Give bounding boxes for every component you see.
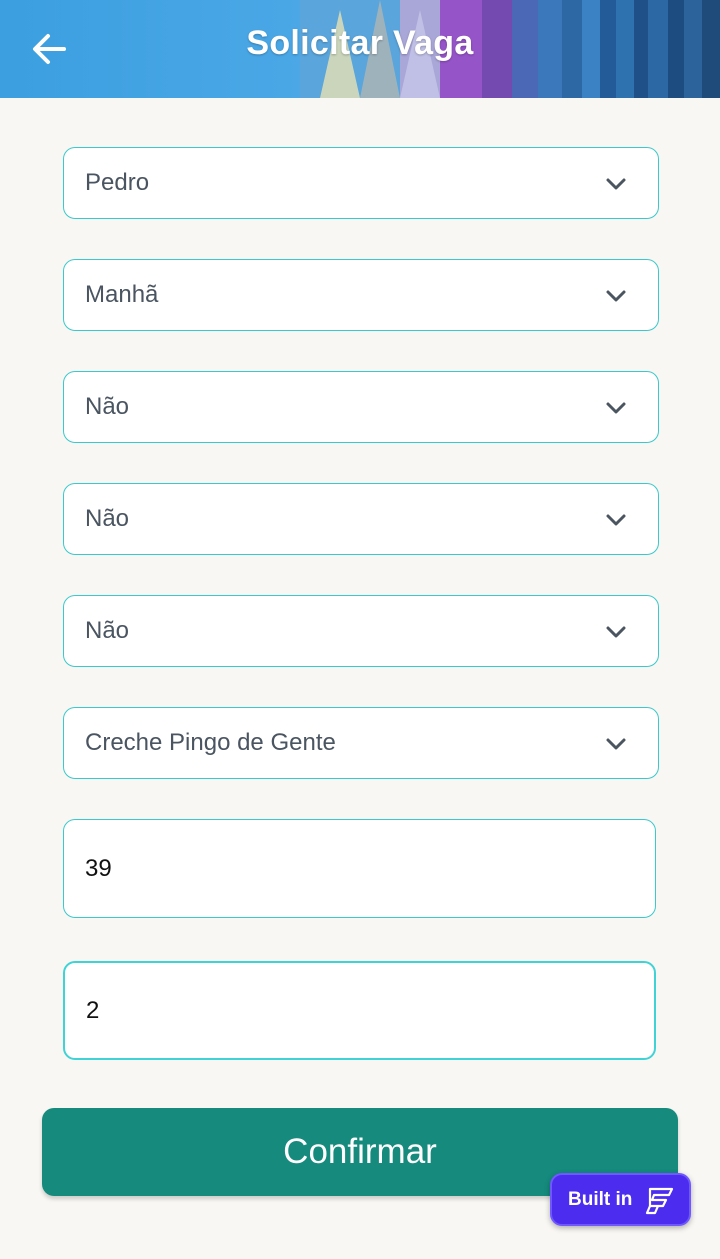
chevron-down-icon (606, 514, 626, 526)
daycare-select-value: Creche Pingo de Gente (85, 729, 336, 756)
daycare-select[interactable]: Creche Pingo de Gente (63, 707, 659, 779)
option-select-2[interactable]: Não (63, 483, 659, 555)
chevron-down-icon (606, 290, 626, 302)
option-select-3[interactable]: Não (63, 595, 659, 667)
page-title: Solicitar Vaga (246, 24, 474, 62)
shift-select[interactable]: Manhã (63, 259, 659, 331)
option-select-2-value: Não (85, 505, 130, 532)
chevron-down-icon (606, 402, 626, 414)
child-select-value: Pedro (85, 169, 150, 196)
number-input-2[interactable]: 2 (63, 961, 656, 1060)
chevron-down-icon (606, 626, 626, 638)
option-select-1-value: Não (85, 393, 130, 420)
number-input-1[interactable]: 39 (63, 819, 656, 918)
option-select-1[interactable]: Não (63, 371, 659, 443)
flutterflow-logo-icon (646, 1187, 674, 1214)
shift-select-value: Manhã (85, 281, 159, 308)
built-in-badge[interactable]: Built in (550, 1173, 691, 1226)
child-select[interactable]: Pedro (63, 147, 659, 219)
option-select-3-value: Não (85, 617, 130, 644)
chevron-down-icon (606, 178, 626, 190)
app-header: Solicitar Vaga (0, 0, 720, 98)
chevron-down-icon (606, 738, 626, 750)
built-in-label: Built in (568, 1188, 633, 1210)
